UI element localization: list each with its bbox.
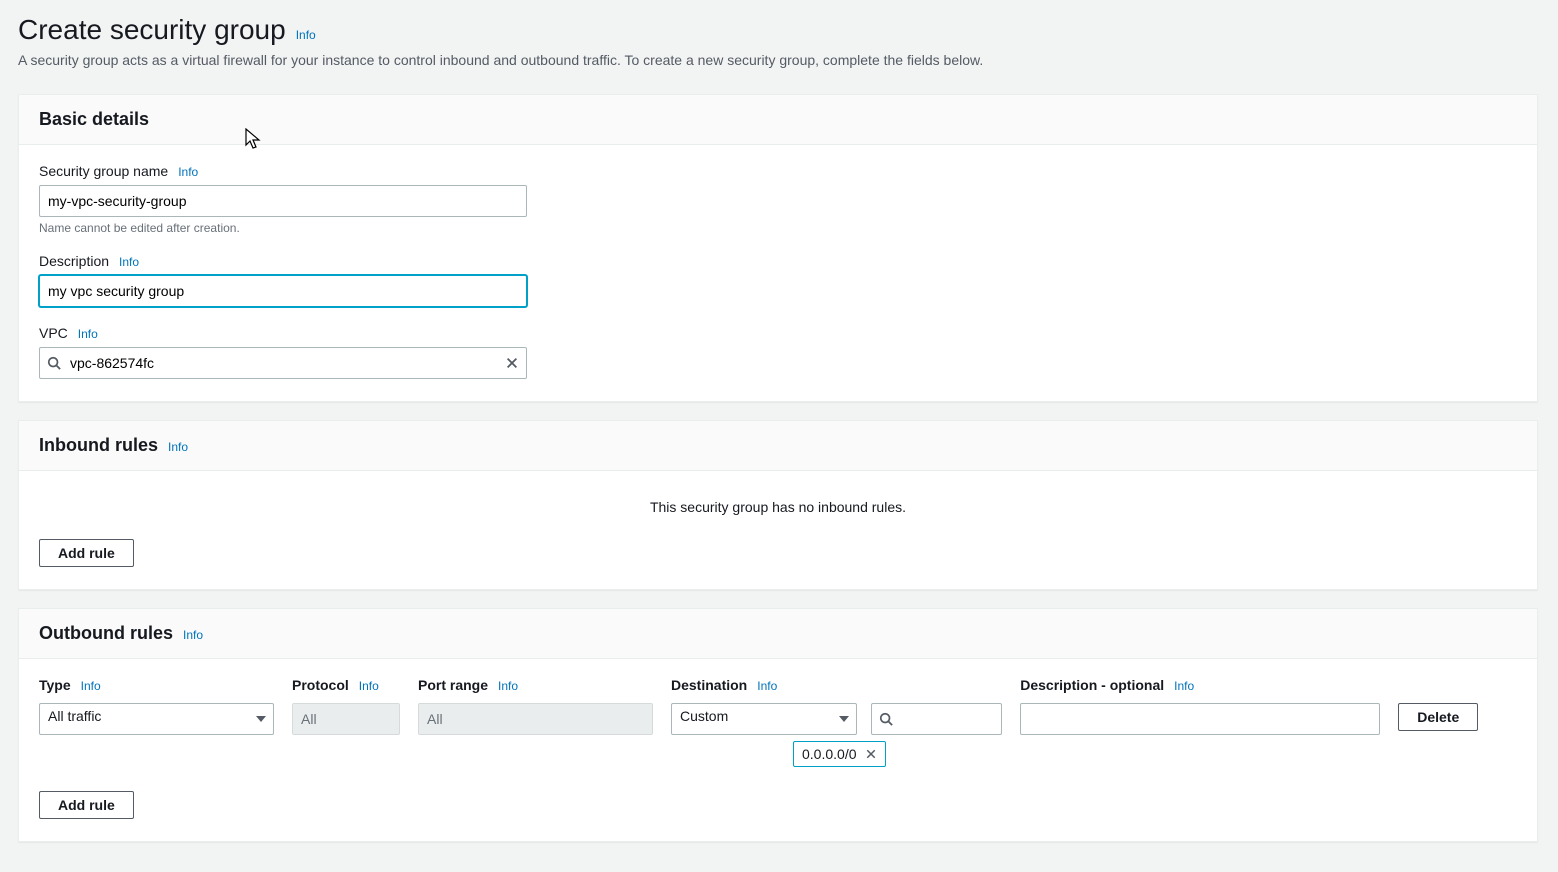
rule-delete-button[interactable]: Delete (1398, 703, 1478, 731)
clear-icon[interactable] (505, 356, 519, 370)
sg-name-label: Security group name (39, 163, 168, 179)
sg-vpc-info-link[interactable]: Info (78, 327, 98, 341)
outbound-add-rule-button[interactable]: Add rule (39, 791, 134, 819)
rule-type-select[interactable]: All traffic (39, 703, 274, 735)
col-destination-label: Destination (671, 677, 747, 693)
sg-desc-label: Description (39, 253, 109, 269)
page-subtitle: A security group acts as a virtual firew… (18, 52, 1538, 68)
inbound-rules-header: Inbound rules (39, 435, 158, 456)
col-port-label: Port range (418, 677, 488, 693)
col-destination-info-link[interactable]: Info (757, 679, 777, 693)
destination-cidr-token: 0.0.0.0/0 (793, 741, 886, 767)
outbound-rules-info-link[interactable]: Info (183, 628, 203, 642)
outbound-rule-row: Type Info All traffic Protocol Info (39, 677, 1517, 767)
inbound-empty-message: This security group has no inbound rules… (39, 489, 1517, 539)
page-title-info-link[interactable]: Info (296, 28, 316, 42)
destination-cidr-token-label: 0.0.0.0/0 (802, 746, 857, 762)
inbound-rules-info-link[interactable]: Info (168, 440, 188, 454)
col-type-label: Type (39, 677, 71, 693)
sg-desc-input[interactable] (39, 275, 527, 307)
outbound-rules-panel: Outbound rules Info Type Info All traffi… (18, 608, 1538, 842)
rule-destination-mode-select[interactable]: Custom (671, 703, 857, 735)
page-title: Create security group (18, 14, 286, 46)
rule-port-input (418, 703, 653, 735)
sg-desc-info-link[interactable]: Info (119, 255, 139, 269)
inbound-add-rule-button[interactable]: Add rule (39, 539, 134, 567)
col-description-info-link[interactable]: Info (1174, 679, 1194, 693)
token-remove-icon[interactable] (865, 748, 877, 760)
col-description-label: Description - optional (1020, 677, 1164, 693)
inbound-rules-panel: Inbound rules Info This security group h… (18, 420, 1538, 590)
rule-protocol-input (292, 703, 400, 735)
col-protocol-label: Protocol (292, 677, 349, 693)
sg-vpc-label: VPC (39, 325, 68, 341)
col-protocol-info-link[interactable]: Info (359, 679, 379, 693)
rule-destination-search-input[interactable] (871, 703, 1003, 735)
outbound-rules-header: Outbound rules (39, 623, 173, 644)
col-type-info-link[interactable]: Info (81, 679, 101, 693)
rule-description-input[interactable] (1020, 703, 1380, 735)
sg-name-info-link[interactable]: Info (178, 165, 198, 179)
col-port-info-link[interactable]: Info (498, 679, 518, 693)
basic-details-panel: Basic details Security group name Info N… (18, 94, 1538, 402)
sg-name-hint: Name cannot be edited after creation. (39, 221, 1517, 235)
basic-details-header: Basic details (39, 109, 149, 130)
sg-name-input[interactable] (39, 185, 527, 217)
sg-vpc-input[interactable] (39, 347, 527, 379)
